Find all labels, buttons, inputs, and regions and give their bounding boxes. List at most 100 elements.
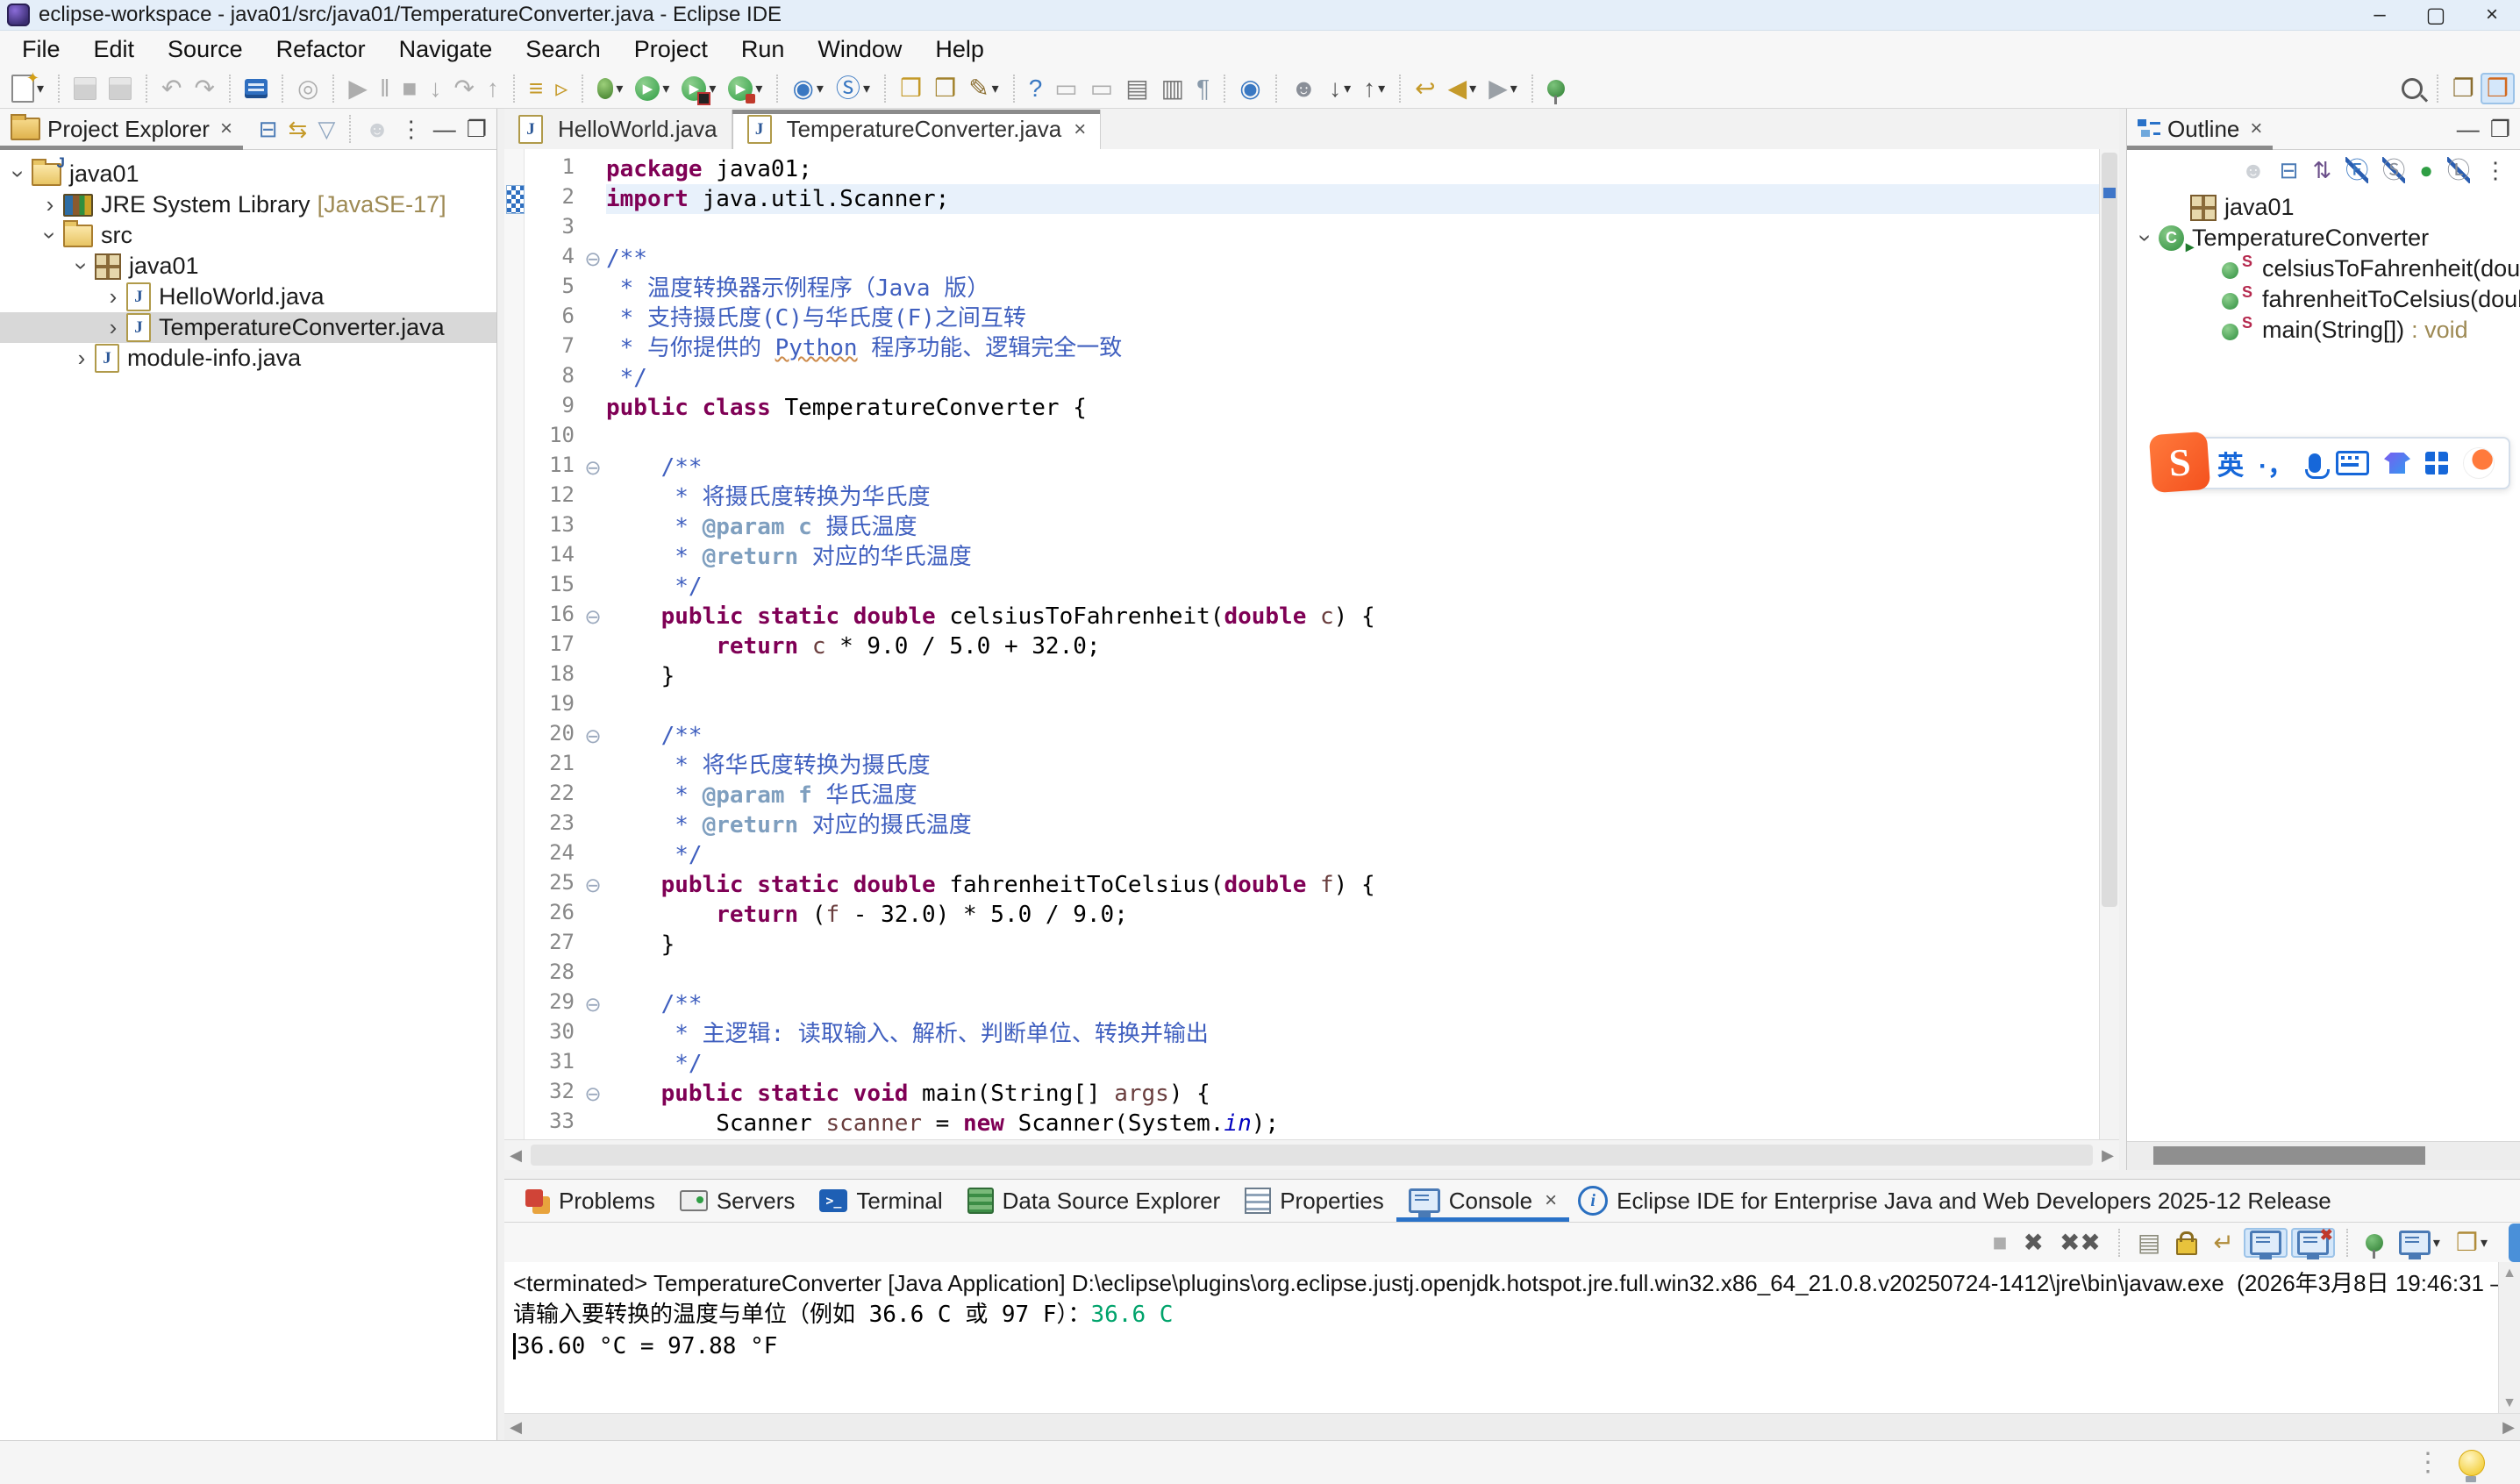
open-perspective-icon[interactable]: ❐: [2446, 73, 2481, 104]
step-into-icon[interactable]: ↓: [423, 73, 447, 104]
show-whitespace-icon[interactable]: ¶: [1190, 73, 1216, 104]
bottom-tab-terminal[interactable]: >_Terminal: [807, 1180, 954, 1222]
scroll-left-arrow[interactable]: ◀: [504, 1418, 527, 1437]
bottom-tab-servers[interactable]: Servers: [667, 1180, 808, 1222]
minimize-icon[interactable]: —: [2452, 114, 2484, 144]
remove-all-terminated-icon[interactable]: ✖✖: [2053, 1227, 2107, 1259]
open-console-icon[interactable]: ❒▾: [2450, 1227, 2494, 1259]
ime-keyboard-icon[interactable]: [2336, 451, 2369, 475]
close-icon[interactable]: ×: [1545, 1188, 1557, 1213]
collapse-all-icon[interactable]: ⊟: [254, 114, 282, 144]
back-icon[interactable]: ◀▾: [1442, 73, 1483, 104]
menu-refactor[interactable]: Refactor: [260, 31, 382, 68]
minimize-button[interactable]: –: [2352, 0, 2408, 30]
search-icon[interactable]: [2395, 75, 2429, 102]
ime-mascot-icon[interactable]: [2463, 447, 2495, 479]
ime-toolbox-icon[interactable]: [2425, 452, 2448, 474]
hide-non-public-icon[interactable]: ●: [2413, 154, 2439, 186]
tree-item-celsiustofahrenheit-double[interactable]: ScelsiusToFahrenheit(double): [2127, 253, 2520, 284]
menu-run[interactable]: Run: [725, 31, 802, 68]
fold-collapse-icon[interactable]: ⊖: [580, 721, 606, 751]
editor-area[interactable]: JHelloWorld.javaJTemperatureConverter.ja…: [504, 109, 2119, 1170]
resume-icon[interactable]: ▶: [342, 73, 374, 104]
close-button[interactable]: ×: [2464, 0, 2520, 30]
overview-annotation-mark[interactable]: [2103, 188, 2116, 198]
tree-item-jre-system-library[interactable]: ›JRE System Library[JavaSE-17]: [0, 189, 496, 220]
profile-icon[interactable]: ▶▾: [722, 74, 768, 103]
scroll-right-arrow[interactable]: ▶: [2497, 1418, 2520, 1437]
tree-item-main-string[interactable]: Smain(String[]): void: [2127, 315, 2520, 346]
import-icon[interactable]: ❒: [894, 73, 928, 104]
collaboration-icon[interactable]: ☻: [2235, 154, 2271, 186]
outline-tab[interactable]: Outline ×: [2127, 109, 2273, 149]
pin-console-icon[interactable]: [2359, 1231, 2389, 1254]
show-stderr-when-changed-icon[interactable]: ✖: [2291, 1228, 2335, 1258]
close-icon[interactable]: ×: [2250, 117, 2262, 141]
scrollbar-thumb[interactable]: [2102, 153, 2117, 907]
tree-item-src[interactable]: ›src: [0, 220, 496, 251]
previous-annotation-icon[interactable]: ↑▾: [1357, 73, 1391, 104]
ime-english-mode-icon[interactable]: 英: [2217, 444, 2244, 482]
collaboration-icon[interactable]: ☻: [361, 114, 393, 144]
tree-item-java01[interactable]: java01: [2127, 192, 2520, 223]
editor-outline-sash[interactable]: [2119, 109, 2126, 1170]
chevron-collapsed-icon[interactable]: ›: [37, 191, 63, 218]
editor-vertical-scrollbar[interactable]: [2099, 149, 2119, 1140]
hide-local-types-icon[interactable]: Ⓛ: [2441, 154, 2476, 186]
show-stdout-when-changed-icon[interactable]: [2244, 1228, 2288, 1258]
close-icon[interactable]: ×: [1074, 118, 1086, 142]
debug-icon[interactable]: ▾: [591, 75, 629, 102]
console-vertical-scrollbar[interactable]: ▲ ▼: [2498, 1262, 2520, 1415]
run-last-launched-icon[interactable]: ≡: [523, 73, 549, 104]
tree-item-temperatureconverter-java[interactable]: ›JTemperatureConverter.java: [0, 312, 496, 343]
redo-icon[interactable]: ↷: [189, 73, 221, 104]
open-resource-icon[interactable]: ▥: [1155, 73, 1190, 104]
undo-icon[interactable]: ↶: [155, 73, 188, 104]
terminate-icon[interactable]: ■: [396, 73, 424, 104]
tree-item-java01[interactable]: ›java01: [0, 251, 496, 282]
restore-icon[interactable]: ❐: [462, 114, 491, 144]
menu-file[interactable]: File: [5, 31, 77, 68]
last-edit-location-icon[interactable]: ↩: [1409, 73, 1441, 104]
console-output[interactable]: <terminated> TemperatureConverter [Java …: [504, 1262, 2499, 1420]
chevron-expanded-icon[interactable]: ›: [37, 223, 64, 249]
annotate-pen-icon[interactable]: ✎▾: [962, 73, 1005, 104]
remove-launch-icon[interactable]: ✖: [2017, 1227, 2050, 1259]
open-web-browser-icon[interactable]: ◉: [1233, 73, 1267, 104]
open-task-icon[interactable]: [239, 76, 274, 101]
project-explorer-tab[interactable]: Project Explorer ×: [0, 109, 243, 149]
bottom-tab-data-source-explorer[interactable]: Data Source Explorer: [955, 1180, 1233, 1222]
maximize-button[interactable]: ▢: [2408, 0, 2464, 30]
suspend-icon[interactable]: ‖: [374, 73, 396, 104]
scroll-down-arrow[interactable]: ▼: [2499, 1395, 2520, 1411]
console-horizontal-scrollbar[interactable]: ◀ ▶: [504, 1413, 2520, 1440]
scrollbar-thumb[interactable]: [531, 1145, 2093, 1166]
tree-item-module-info-java[interactable]: ›Jmodule-info.java: [0, 343, 496, 374]
fold-collapse-icon[interactable]: ⊖: [580, 244, 606, 274]
fold-collapse-icon[interactable]: ⊖: [580, 989, 606, 1019]
menu-navigate[interactable]: Navigate: [382, 31, 510, 68]
fold-collapse-icon[interactable]: ⊖: [580, 602, 606, 631]
bottom-tab-console[interactable]: Console×: [1396, 1180, 1569, 1222]
filter-icon[interactable]: ▽: [313, 114, 339, 144]
scroll-right-arrow[interactable]: ▶: [2096, 1146, 2119, 1165]
menu-search[interactable]: Search: [509, 31, 618, 68]
tree-item-temperatureconverter[interactable]: ›CTemperatureConverter: [2127, 223, 2520, 253]
editor-tab-temperatureconverter-java[interactable]: JTemperatureConverter.java×: [732, 110, 1102, 149]
view-menu-icon[interactable]: ⋮: [396, 114, 427, 144]
run-icon[interactable]: ▶▾: [629, 74, 675, 103]
new-web-wizard-icon[interactable]: ◉▾: [786, 73, 829, 104]
scroll-lock-icon[interactable]: [2170, 1228, 2203, 1258]
menu-source[interactable]: Source: [151, 31, 260, 68]
menu-help[interactable]: Help: [918, 31, 1001, 68]
eraser-icon[interactable]: ▭: [1084, 73, 1119, 104]
collaboration-icon[interactable]: ☻: [1285, 73, 1323, 104]
menu-edit[interactable]: Edit: [77, 31, 152, 68]
notification-bulb-icon[interactable]: [2459, 1450, 2485, 1476]
menu-window[interactable]: Window: [801, 31, 918, 68]
search-flashlight-icon[interactable]: ◎: [291, 73, 325, 104]
terminate-icon[interactable]: ■: [1987, 1227, 2014, 1259]
chevron-expanded-icon[interactable]: ›: [5, 161, 32, 188]
bottom-tab-properties[interactable]: Properties: [1232, 1180, 1396, 1222]
sort-icon[interactable]: ⇅: [2306, 154, 2338, 186]
